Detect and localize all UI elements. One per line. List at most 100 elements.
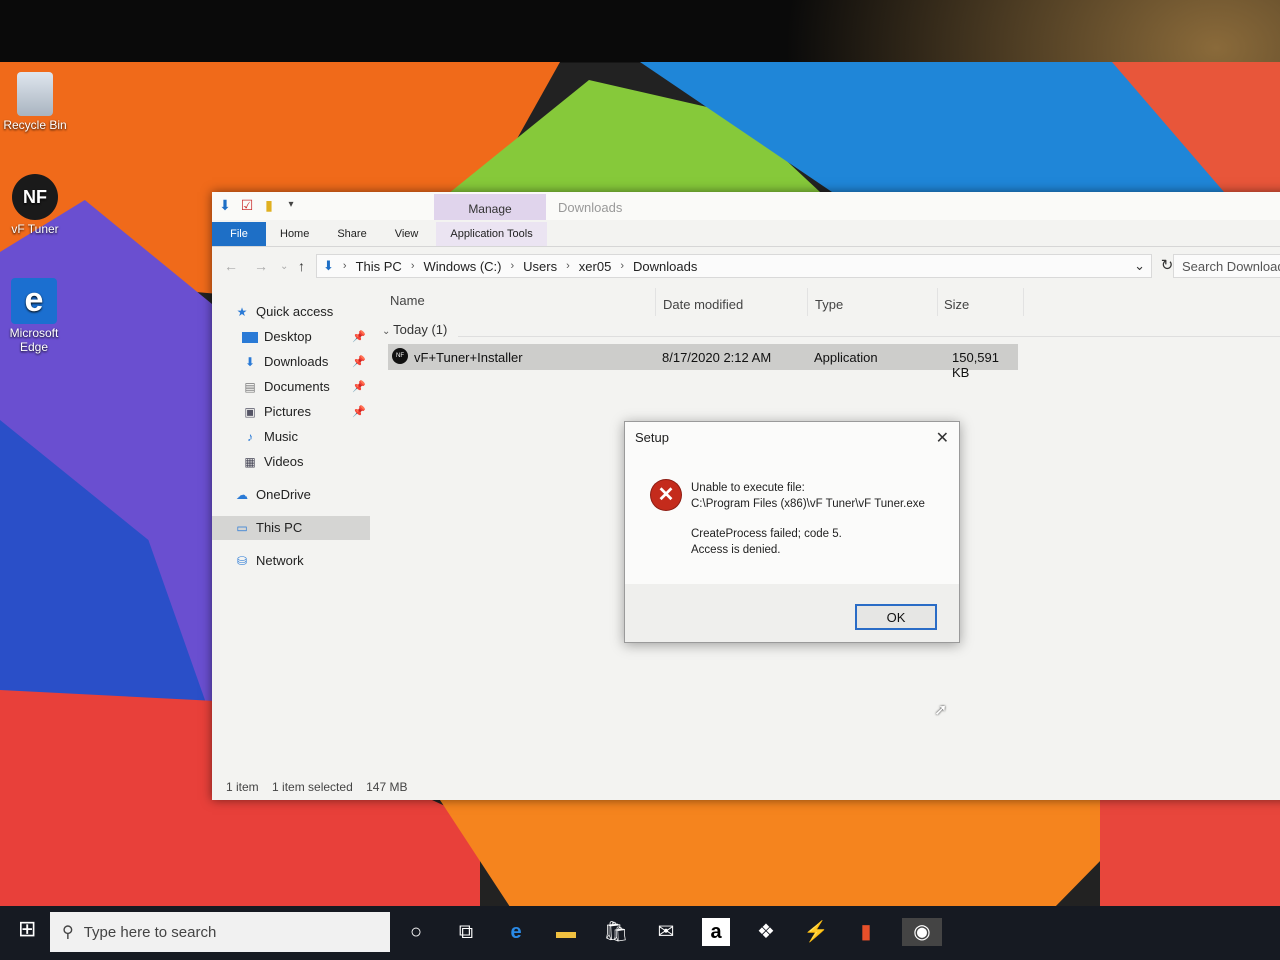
dialog-footer: OK [625, 584, 959, 642]
desktop-icon-label: Recycle Bin [3, 118, 67, 132]
back-arrow-icon[interactable]: ← [224, 258, 238, 274]
search-input[interactable]: Search Downloads [1173, 254, 1280, 278]
pin-icon[interactable]: 📌 [352, 325, 366, 349]
breadcrumb-users[interactable]: Users [523, 259, 557, 274]
vf-tuner-icon: NF [12, 174, 58, 220]
nav-label: Music [264, 429, 298, 444]
cortana-icon[interactable]: ○ [402, 918, 430, 946]
chevron-down-icon[interactable]: ▾ [284, 198, 298, 212]
close-icon[interactable]: ✕ [936, 428, 949, 448]
windows-start-icon[interactable]: ⊞ [18, 916, 44, 942]
title-bar: ⬇ ☑ ▮ ▾ Manage Downloads [212, 192, 1280, 220]
mail-icon[interactable]: ✉ [652, 918, 680, 946]
pictures-icon: ▣ [244, 405, 256, 419]
chevron-right-icon: › [566, 260, 570, 272]
chevron-down-icon: ⌄ [382, 326, 394, 337]
group-label: Today (1) [393, 322, 448, 337]
nav-documents[interactable]: ▤ Documents 📌 [242, 375, 370, 399]
status-selected: 1 item selected [272, 780, 353, 794]
taskbar-search-input[interactable]: ⚲ Type here to search [50, 912, 390, 952]
search-icon: ⚲ [62, 924, 74, 941]
ok-button[interactable]: OK [855, 604, 937, 630]
desktop-icon-edge[interactable]: e Microsoft Edge [0, 278, 68, 354]
nav-pictures[interactable]: ▣ Pictures 📌 [242, 400, 370, 424]
pin-icon[interactable]: 📌 [352, 375, 366, 399]
taskbar: ⊞ ⚲ Type here to search ○ ⧉ e ▬ 🛍 ✉ a ❖ … [0, 906, 1280, 960]
nav-label: Downloads [264, 354, 329, 369]
address-row: ← → ⌄ ↑ ⬇ › This PC › Windows (C:) › Use… [212, 250, 1280, 284]
chevron-right-icon: › [410, 260, 415, 272]
nav-network[interactable]: ⛁ Network [234, 549, 370, 573]
vf-logo-text: NF [23, 187, 47, 207]
nav-desktop[interactable]: Desktop 📌 [242, 325, 370, 349]
recent-locations-icon[interactable]: ⌄ [280, 261, 288, 272]
videos-icon: ▦ [244, 455, 256, 469]
status-size: 147 MB [366, 780, 408, 794]
error-icon: ✕ [651, 480, 681, 510]
message-line: Unable to execute file: [691, 482, 805, 494]
breadcrumb-windows-c[interactable]: Windows (C:) [423, 259, 501, 274]
nav-label: Pictures [264, 404, 311, 419]
chevron-down-icon[interactable]: ⌄ [1134, 258, 1145, 274]
breadcrumb-downloads[interactable]: Downloads [633, 259, 697, 274]
pin-icon[interactable]: 📌 [352, 400, 366, 424]
nav-downloads[interactable]: ⬇ Downloads 📌 [242, 350, 370, 374]
file-type: Application [814, 350, 878, 365]
column-header-date-modified[interactable]: Date modified [663, 292, 743, 318]
task-view-icon[interactable]: ⧉ [452, 918, 480, 946]
store-icon[interactable]: 🛍 [602, 918, 630, 946]
nav-label: This PC [256, 520, 303, 535]
address-bar[interactable]: ⬇ › This PC › Windows (C:) › Users › xer… [316, 254, 1152, 278]
column-header-size[interactable]: Size [944, 292, 969, 318]
nav-label: OneDrive [256, 487, 311, 502]
tab-share[interactable]: Share [323, 222, 380, 246]
chevron-right-icon: › [620, 260, 624, 272]
vf-tuner-icon: NF [392, 348, 408, 364]
table-row[interactable]: NF vF+Tuner+Installer 8/17/2020 2:12 AM … [388, 344, 1018, 380]
properties-icon[interactable]: ☑ [240, 198, 254, 212]
vf-tuner-icon[interactable]: ◉ [902, 918, 942, 946]
ribbon-divider [212, 246, 1280, 247]
nav-videos[interactable]: ▦ Videos [242, 450, 370, 474]
up-arrow-icon[interactable]: ↑ [298, 258, 305, 274]
forward-arrow-icon[interactable]: → [254, 258, 268, 274]
wallpaper-red-bottom-right [1100, 800, 1280, 910]
download-icon: ⬇ [323, 258, 334, 273]
group-header-today[interactable]: ⌄ Today (1) [382, 322, 447, 337]
breadcrumb-user[interactable]: xer05 [579, 259, 612, 274]
status-item-count: 1 item [226, 780, 259, 794]
window-title: Downloads [558, 200, 623, 215]
office-icon[interactable]: ▮ [852, 918, 880, 946]
dialog-message: Unable to execute file: C:\Program Files… [691, 480, 925, 558]
edge-icon[interactable]: e [502, 918, 530, 946]
tab-home[interactable]: Home [266, 222, 323, 246]
documents-icon: ▤ [244, 380, 256, 394]
tab-application-tools[interactable]: Application Tools [436, 222, 547, 246]
amazon-icon[interactable]: a [702, 918, 730, 946]
visual-studio-icon[interactable]: ⚡ [802, 918, 830, 946]
nav-this-pc[interactable]: ▭ This PC [212, 516, 370, 540]
message-line: Access is denied. [691, 544, 781, 556]
nav-onedrive[interactable]: ☁ OneDrive [234, 483, 370, 507]
desktop-icon-label: Microsoft Edge [9, 326, 59, 354]
column-header-type[interactable]: Type [815, 292, 843, 318]
manage-tab[interactable]: Manage [434, 194, 546, 220]
down-arrow-icon[interactable]: ⬇ [218, 198, 232, 212]
file-date: 8/17/2020 2:12 AM [662, 350, 772, 365]
recycle-bin-icon [17, 72, 53, 116]
nav-music[interactable]: ♪ Music [242, 425, 370, 449]
file-explorer-icon[interactable]: ▬ [552, 918, 580, 946]
nav-quick-access[interactable]: ★ Quick access [234, 300, 370, 324]
tab-view[interactable]: View [381, 222, 433, 246]
column-header-name[interactable]: Name [390, 288, 425, 314]
desktop-icon-vf-tuner[interactable]: NF vF Tuner [0, 174, 70, 236]
tab-file[interactable]: File [212, 222, 266, 246]
computer-icon: ▭ [236, 521, 248, 535]
desktop-icon-recycle-bin[interactable]: Recycle Bin [0, 72, 70, 132]
pin-icon[interactable]: 📌 [352, 350, 366, 374]
new-folder-icon[interactable]: ▮ [262, 198, 276, 212]
dropbox-icon[interactable]: ❖ [752, 918, 780, 946]
breadcrumb-this-pc[interactable]: This PC [356, 259, 402, 274]
nav-label: Network [256, 553, 304, 568]
star-icon: ★ [236, 305, 248, 319]
